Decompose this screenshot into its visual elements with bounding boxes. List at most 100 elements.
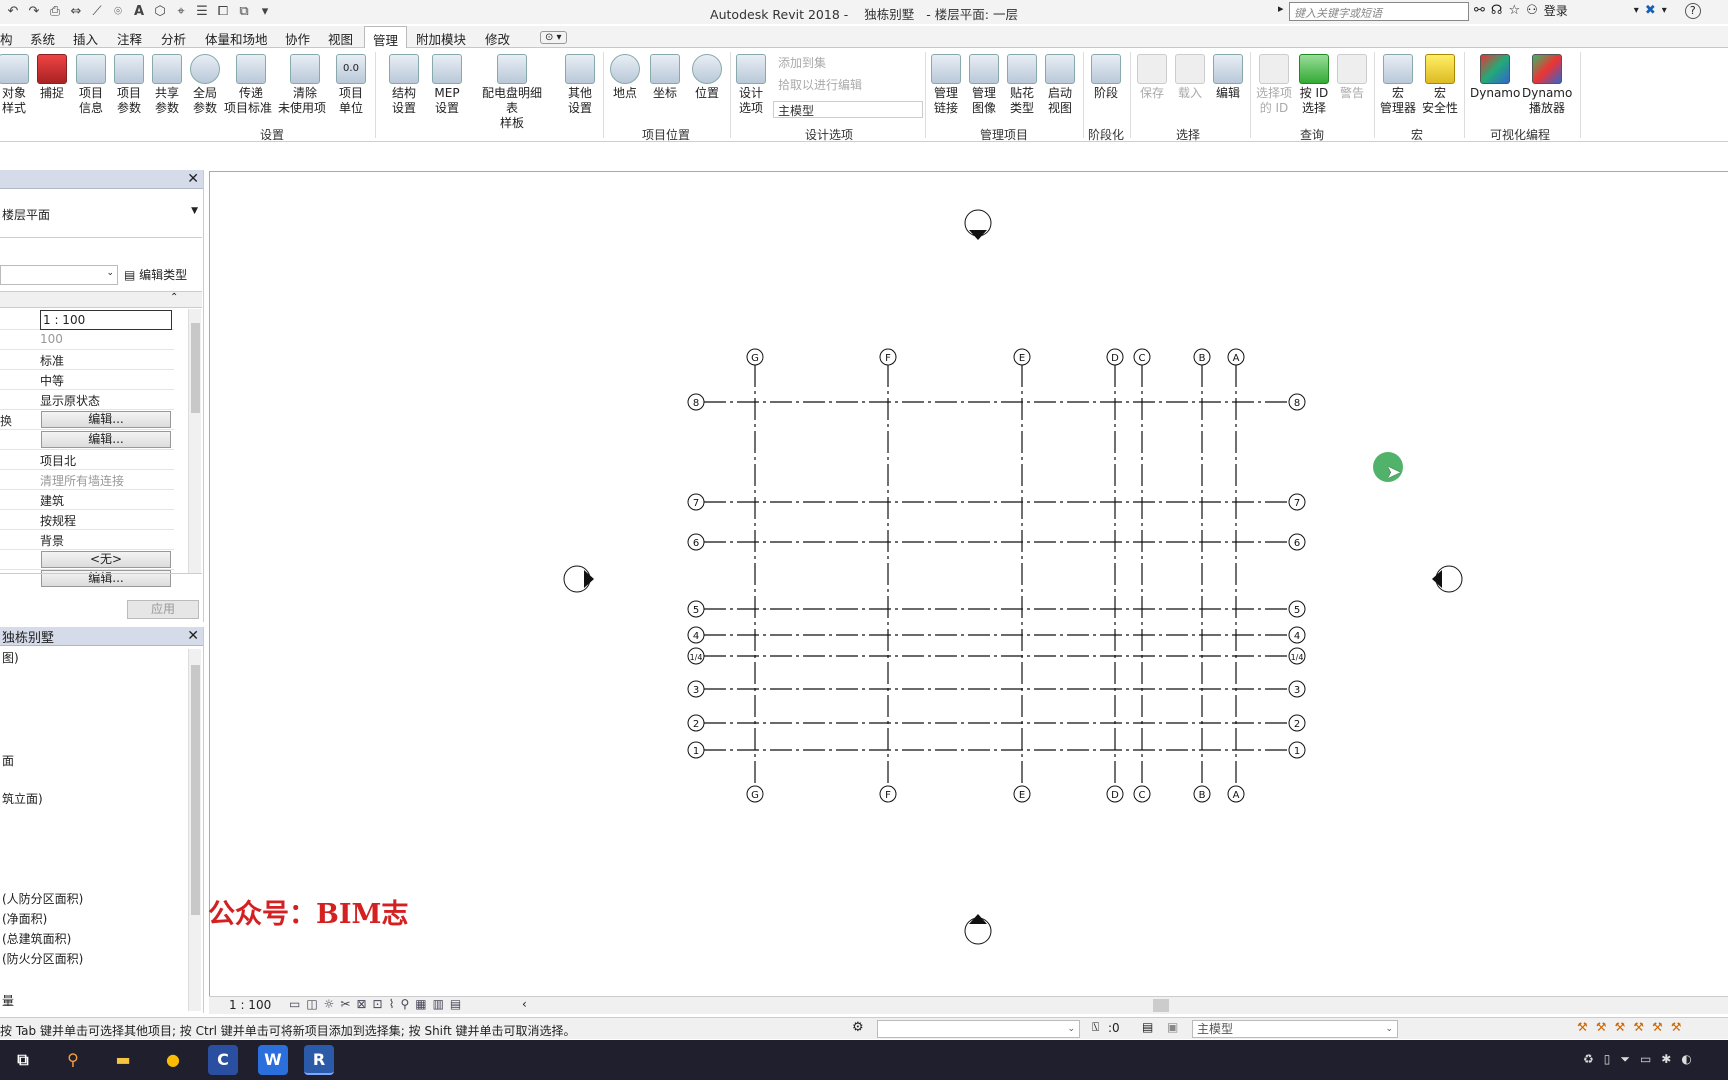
edit-type-button[interactable]: ▤ 编辑类型 xyxy=(124,266,187,283)
system-tray-icons[interactable]: ♻▯⏷▭✱◐ xyxy=(1583,1052,1702,1067)
prop-row-orientation[interactable]: 项目北 xyxy=(0,450,174,470)
binoculars-icon[interactable]: ⚯ xyxy=(1474,3,1485,18)
browser-item[interactable]: (防火分区面积) xyxy=(2,950,83,967)
select-by-id-button[interactable]: 按 ID 选择 xyxy=(1294,54,1334,116)
prop-row-view-scale[interactable]: 1 : 100 xyxy=(0,310,174,330)
scroll-left-icon[interactable]: ‹ xyxy=(522,997,527,1011)
grid-label-1[interactable]: 1 xyxy=(693,746,699,757)
browser-item[interactable]: (总建筑面积) xyxy=(2,930,71,947)
grid-label-6[interactable]: 6 xyxy=(693,538,699,549)
grid-label-5[interactable]: 5 xyxy=(693,605,699,616)
prop-row-default-analysis[interactable]: 编辑... xyxy=(0,570,174,587)
grid-label-e[interactable]: E xyxy=(1019,353,1025,364)
prop-row-graphic-display[interactable]: 编辑... xyxy=(0,430,174,450)
prop-value[interactable]: 建筑 xyxy=(40,492,172,509)
phases-button[interactable]: 阶段 xyxy=(1086,54,1126,101)
grid-plan[interactable]: G G F F E E D D C C B B A A 8 8 7 7 6 6 5 5 4 4 1/4 1/4 3 3 2 2 1 1 xyxy=(210,172,1728,997)
tab-systems[interactable]: 系统 xyxy=(30,29,55,48)
exchange-apps-icon[interactable]: ✖ xyxy=(1645,3,1656,18)
grid-label-1-4[interactable]: 1/4 xyxy=(1291,653,1304,662)
login-dropdown-icon[interactable]: ▾ xyxy=(1634,5,1639,16)
tab-addins[interactable]: 附加模块 xyxy=(416,29,466,48)
tab-view[interactable]: 视图 xyxy=(328,29,353,48)
design-option-combo[interactable]: 主模型 xyxy=(773,101,923,118)
additional-settings-button[interactable]: 其他 设置 xyxy=(560,54,600,116)
design-options-button[interactable]: 设计 选项 xyxy=(731,54,771,116)
prop-value[interactable]: 显示原状态 xyxy=(40,392,172,409)
manage-images-button[interactable]: 管理 图像 xyxy=(964,54,1004,116)
elevation-marker-north-arrow[interactable] xyxy=(969,230,987,240)
grid-label-3[interactable]: 3 xyxy=(693,685,699,696)
edit-selection-button[interactable]: 编辑 xyxy=(1208,54,1248,101)
revit-icon[interactable]: R xyxy=(304,1045,334,1075)
shared-parameters-button[interactable]: 共享 参数 xyxy=(147,54,187,116)
view-control-icons[interactable]: ▭◫☼✂⊠⊡⌇⚲▦▥▤ xyxy=(289,997,467,1011)
close-icon[interactable]: ✕ xyxy=(187,171,199,187)
search-input[interactable]: 键入关键字或短语 xyxy=(1289,2,1469,21)
prop-value[interactable]: 中等 xyxy=(40,372,172,389)
ids-of-selection-button[interactable]: 选择项的 ID xyxy=(1254,54,1294,116)
cad-icon[interactable]: C xyxy=(208,1045,238,1075)
close-icon[interactable]: ✕ xyxy=(187,628,199,644)
file-explorer-icon[interactable]: ▬ xyxy=(108,1045,138,1075)
grid-label-d[interactable]: D xyxy=(1111,790,1119,801)
grid-label-1-4[interactable]: 1/4 xyxy=(690,653,703,662)
load-selection-button[interactable]: 载入 xyxy=(1170,54,1210,101)
prop-row-detail-level[interactable]: 中等 xyxy=(0,370,174,390)
tab-modify[interactable]: 修改 xyxy=(485,29,510,48)
elevation-marker-west-arrow[interactable] xyxy=(584,570,594,588)
decal-types-button[interactable]: 贴花 类型 xyxy=(1002,54,1042,116)
elevation-marker-south-arrow[interactable] xyxy=(969,914,987,924)
chrome-icon[interactable]: ● xyxy=(158,1045,188,1075)
grid-label-4[interactable]: 4 xyxy=(1294,631,1300,642)
grid-label-f[interactable]: F xyxy=(885,353,891,364)
expand-search-icon[interactable]: ▸ xyxy=(1278,2,1284,15)
grid-label-7[interactable]: 7 xyxy=(693,498,699,509)
grid-label-7[interactable]: 7 xyxy=(1294,498,1300,509)
filter-icon[interactable]: ⍂ xyxy=(1092,1020,1099,1035)
location-button[interactable]: 地点 xyxy=(605,54,645,101)
prop-value[interactable]: 项目北 xyxy=(40,452,172,469)
edit-button[interactable]: 编辑... xyxy=(41,431,171,448)
transfer-standards-button[interactable]: 传递 项目标准 xyxy=(224,54,273,116)
search-icon[interactable]: ⚲ xyxy=(58,1045,88,1075)
prop-row-color-scheme-location[interactable]: 背景 xyxy=(0,530,174,550)
properties-scrollbar[interactable] xyxy=(188,309,201,573)
design-option-icon[interactable]: ▣ xyxy=(1167,1020,1178,1034)
tab-massing-site[interactable]: 体量和场地 xyxy=(205,29,268,48)
tab-annotate[interactable]: 注释 xyxy=(117,29,142,48)
tab-insert[interactable]: 插入 xyxy=(73,29,98,48)
browser-scrollbar[interactable] xyxy=(188,649,201,1011)
selection-toggle-icons[interactable]: ⚒⚒⚒⚒⚒⚒ xyxy=(1577,1020,1690,1034)
prop-row-display-model[interactable]: 标准 xyxy=(0,350,174,370)
workset-icon[interactable]: ⚙ xyxy=(852,1020,864,1035)
object-styles-button[interactable]: 对象 样式 xyxy=(0,54,34,116)
browser-item[interactable]: (净面积) xyxy=(2,910,47,927)
grid-label-4[interactable]: 4 xyxy=(693,631,699,642)
none-button[interactable]: <无> xyxy=(41,551,171,568)
structural-settings-button[interactable]: 结构 设置 xyxy=(384,54,424,116)
project-parameters-button[interactable]: 项目 参数 xyxy=(109,54,149,116)
type-selector[interactable]: 楼层平面 ▼ xyxy=(0,192,202,238)
editable-only-icon[interactable]: ▤ xyxy=(1142,1020,1153,1034)
manage-links-button[interactable]: 管理 链接 xyxy=(926,54,966,116)
grid-label-1[interactable]: 1 xyxy=(1294,746,1300,757)
grid-label-e[interactable]: E xyxy=(1019,790,1025,801)
dynamo-button[interactable]: Dynamo xyxy=(1470,54,1520,101)
coordinates-button[interactable]: 坐标 xyxy=(645,54,685,101)
grid-label-5[interactable]: 5 xyxy=(1294,605,1300,616)
snaps-button[interactable]: 捕捉 xyxy=(32,54,72,101)
grid-label-3[interactable]: 3 xyxy=(1294,685,1300,696)
browser-item[interactable]: 图) xyxy=(2,649,19,666)
edit-button[interactable]: 编辑... xyxy=(41,411,171,428)
grid-label-g[interactable]: G xyxy=(751,790,759,801)
add-to-set-button[interactable]: 添加到集 xyxy=(778,54,826,71)
dynamo-player-button[interactable]: Dynamo 播放器 xyxy=(1522,54,1572,116)
collapse-icon[interactable]: ⌃ xyxy=(170,292,178,303)
warnings-button[interactable]: 警告 xyxy=(1332,54,1372,101)
apply-button[interactable]: 应用 xyxy=(127,600,199,619)
grid-label-2[interactable]: 2 xyxy=(1294,719,1300,730)
elevation-marker-east-arrow[interactable] xyxy=(1432,570,1442,588)
prop-row-wall-join[interactable]: 清理所有墙连接 xyxy=(0,470,174,490)
position-button[interactable]: 位置 xyxy=(687,54,727,101)
